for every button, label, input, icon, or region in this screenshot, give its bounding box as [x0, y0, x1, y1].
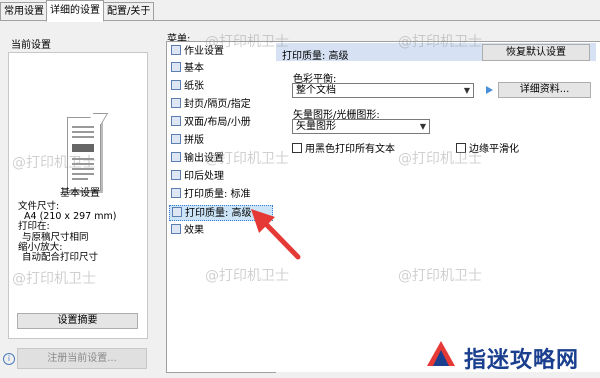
tab-common-settings[interactable]: 常用设置	[0, 2, 48, 20]
basic-settings-title: 基本设置	[60, 188, 100, 199]
logo-text: 指迷攻略网	[464, 347, 580, 373]
chevron-down-icon: ▼	[463, 86, 470, 95]
black-text-checkbox[interactable]: 用黑色打印所有文本	[292, 143, 395, 156]
menu-item-basic[interactable]: 基本	[171, 61, 271, 77]
menu-item-finishing[interactable]: 印后处理	[171, 169, 271, 185]
menu-item-quality-standard[interactable]: 打印质量: 标准	[171, 187, 271, 203]
output-icon	[171, 152, 181, 162]
imposition-icon	[171, 134, 181, 144]
edge-smoothing-checkbox[interactable]: 边缘平滑化	[456, 143, 519, 156]
menu-item-cover-insert[interactable]: 封页/隔页/指定	[171, 97, 271, 113]
finishing-icon	[171, 170, 181, 180]
paper-icon	[171, 80, 181, 90]
logo-mark-icon	[427, 341, 455, 366]
print-on-label: 打印在:	[18, 221, 50, 232]
register-current-settings-button[interactable]: 注册当前设置...	[17, 348, 147, 369]
document-preview-icon	[67, 113, 109, 191]
menu-item-paper[interactable]: 纸张	[171, 79, 271, 95]
info-icon: i	[3, 353, 15, 365]
chevron-down-icon: ▼	[419, 122, 426, 131]
tab-detailed-settings[interactable]: 详细的设置	[46, 0, 104, 22]
current-settings-title: 当前设置	[11, 40, 51, 51]
cover-icon	[171, 98, 181, 108]
tab-bar: 常用设置 详细的设置 配置/关于	[0, 0, 600, 22]
tab-config-about[interactable]: 配置/关于	[103, 2, 155, 20]
restore-defaults-button[interactable]: 恢复默认设置	[482, 44, 590, 61]
scale-value: 自动配合打印尺寸	[22, 252, 99, 263]
effects-icon	[171, 224, 181, 234]
quality-advanced-icon	[172, 207, 182, 217]
content-title: 打印质量: 高级	[282, 51, 349, 62]
menu-item-imposition[interactable]: 拼版	[171, 133, 271, 149]
menu-item-duplex-layout[interactable]: 双面/布局/小册	[171, 115, 271, 131]
settings-summary-button[interactable]: 设置摘要	[17, 313, 138, 329]
basic-icon	[171, 62, 181, 72]
color-balance-select[interactable]: 整个文档 ▼	[292, 83, 474, 98]
vector-raster-select[interactable]: 矢量图形 ▼	[292, 119, 430, 134]
duplex-icon	[171, 116, 181, 126]
play-arrow-icon	[486, 86, 493, 94]
job-settings-icon	[171, 45, 181, 55]
menu-item-job-settings[interactable]: 作业设置	[171, 44, 271, 60]
site-logo: 指迷攻略网	[424, 338, 594, 374]
details-button[interactable]: 详细资料...	[498, 82, 591, 98]
red-arrow-annotation	[251, 209, 301, 260]
quality-standard-icon	[171, 188, 181, 198]
menu-item-output-settings[interactable]: 输出设置	[171, 151, 271, 167]
